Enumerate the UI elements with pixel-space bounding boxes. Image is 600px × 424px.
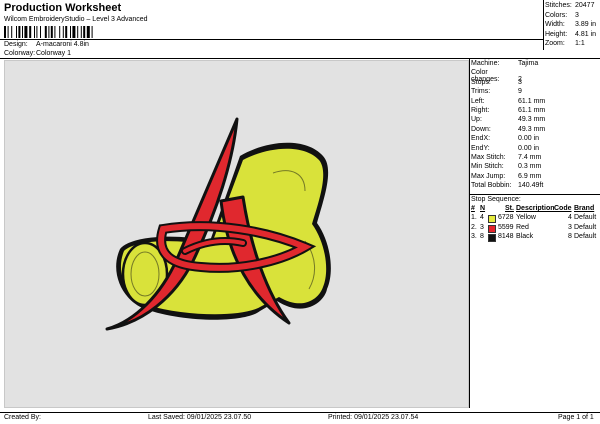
design-row: Design: A-macaroni 4.8in [4, 41, 89, 48]
row-code: 4 [568, 214, 572, 221]
machine-info-value: 140.49ft [518, 182, 544, 190]
machine-info-label: Down: [471, 125, 491, 133]
row-n: 4 [480, 214, 484, 221]
row-description: Yellow [516, 214, 536, 221]
row-code: 8 [568, 233, 572, 240]
footer-created-by: Created By: [4, 414, 41, 421]
row-num: 2. [471, 223, 477, 231]
machine-info-row: Total Bobbin: 140.49ft [471, 182, 543, 189]
color-swatch-icon [488, 215, 496, 223]
summary-label: Stitches: [545, 2, 572, 9]
barcode-icon [4, 26, 93, 38]
machine-info-label: Right: [471, 107, 490, 114]
summary-value: 1:1 [575, 40, 585, 47]
color-swatch-icon [488, 234, 496, 242]
footer-last-saved: Last Saved: 09/01/2025 23.07.50 [148, 414, 252, 421]
machine-info-value: 0.00 in [518, 135, 540, 143]
machine-info-label: Machine: [471, 60, 500, 67]
col-code: Code [554, 205, 572, 212]
embroidery-design-image [105, 117, 331, 331]
machine-info-label: EndY: [471, 144, 490, 152]
machine-info-row: Down: 49.3 mm [471, 126, 545, 133]
summary-value: 4.81 in [575, 30, 597, 38]
footer-page: Page 1 of 1 [558, 414, 594, 421]
summary-row: Stitches: 20477 [545, 2, 594, 9]
summary-label: Colors: [545, 11, 568, 19]
machine-info-row: Min Stitch: 0.3 mm [471, 163, 541, 170]
worksheet-title: Production Worksheet [4, 2, 122, 14]
machine-info-row: Trims: 9 [471, 88, 522, 95]
summary-row: Zoom: 1:1 [545, 40, 585, 47]
summary-label: Width: [545, 21, 565, 28]
machine-info-value: 3 [518, 78, 522, 86]
row-code: 3 [568, 223, 572, 231]
row-num: 1. [471, 214, 477, 221]
stop-sequence-heading: Stop Sequence: [471, 196, 521, 203]
machine-info-label: Trims: [471, 88, 491, 96]
machine-info-value: 61.1 mm [518, 97, 546, 105]
row-brand: Default [574, 214, 597, 221]
row-brand: Default [574, 223, 597, 231]
summary-value: 3 [575, 11, 579, 19]
machine-info-label: Min Stitch: [471, 163, 504, 171]
machine-info-row: Max Stitch: 7.4 mm [471, 154, 541, 161]
summary-label: Height: [545, 30, 568, 38]
colorway-value: Colorway 1 [36, 50, 72, 57]
row-description: Black [516, 233, 534, 240]
machine-info-row: Up: 49.3 mm [471, 116, 545, 123]
summary-row: Height: 4.81 in [545, 31, 596, 38]
machine-info-value: 6.9 mm [518, 172, 542, 180]
summary-value: 3.89 in [575, 21, 597, 28]
machine-info-value: Tajima [518, 60, 539, 67]
machine-info-value: 7.4 mm [518, 154, 542, 161]
machine-info-row: Machine: Tajima [471, 60, 538, 67]
row-n: 8 [480, 233, 484, 240]
colorway-label: Colorway: [4, 50, 36, 57]
machine-info-label: Max Jump: [471, 172, 506, 180]
colorway-row: Colorway:Colorway 1 [4, 50, 71, 57]
col-brand: Brand [574, 205, 595, 212]
summary-label: Zoom: [545, 40, 565, 47]
machine-info-row: Left: 61.1 mm [471, 98, 545, 105]
machine-info-label: Up: [471, 116, 482, 124]
row-description: Red [516, 223, 529, 231]
col-st: St. [505, 205, 514, 212]
machine-info-label: Stops: [471, 78, 491, 86]
row-st: 6728 [498, 214, 514, 221]
machine-info-row: Stops: 3 [471, 79, 522, 86]
machine-info-label: Max Stitch: [471, 154, 506, 161]
summary-row: Width: 3.89 in [545, 21, 596, 28]
machine-info-value: 49.3 mm [518, 116, 546, 124]
footer-printed: Printed: 09/01/2025 23.07.54 [328, 414, 419, 421]
summary-row: Colors: 3 [545, 12, 579, 19]
machine-info-row: EndY: 0.00 in [471, 145, 539, 152]
machine-info-label: Total Bobbin: [471, 182, 512, 190]
machine-info-value: 49.3 mm [518, 125, 546, 133]
machine-info-row: EndX: 0.00 in [471, 135, 539, 142]
row-st: 8148 [498, 233, 514, 240]
row-brand: Default [574, 233, 597, 240]
design-label: Design: [4, 41, 28, 48]
design-value: A-macaroni 4.8in [36, 41, 89, 48]
col-description: Description [516, 205, 555, 212]
machine-info-value: 0.3 mm [518, 163, 542, 171]
col-n: N [480, 205, 486, 212]
machine-info-value: 0.00 in [518, 144, 540, 152]
design-preview-canvas [4, 60, 469, 408]
color-swatch-icon [488, 224, 496, 233]
machine-info-row: Max Jump: 6.9 mm [471, 173, 541, 180]
summary-value: 20477 [575, 2, 595, 9]
row-st: 5599 [498, 223, 514, 231]
machine-info-label: Left: [471, 97, 485, 105]
machine-info-label: EndX: [471, 135, 491, 143]
col-num: # [471, 205, 475, 212]
machine-info-value: 9 [518, 88, 522, 96]
row-n: 3 [480, 223, 484, 231]
machine-info-value: 61.1 mm [518, 107, 546, 114]
software-subtitle: Wilcom EmbroideryStudio – Level 3 Advanc… [4, 16, 148, 23]
machine-info-row: Right: 61.1 mm [471, 107, 545, 114]
row-num: 3. [471, 233, 477, 240]
